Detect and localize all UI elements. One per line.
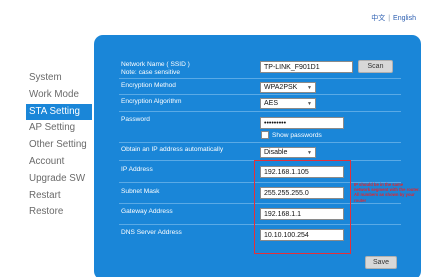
ssid-note: Note: case sensitive: [121, 69, 181, 76]
dns-server-label: DNS Server Address: [121, 229, 182, 236]
scan-button[interactable]: Scan: [358, 60, 393, 73]
sidebar-nav: System Work Mode STA Setting AP Setting …: [26, 70, 92, 221]
sidebar-item-upgrade-sw[interactable]: Upgrade SW: [26, 171, 92, 188]
lang-chinese-link[interactable]: 中文: [371, 15, 385, 22]
show-passwords-label: Show passwords: [272, 132, 322, 139]
language-switcher: 中文 | English: [371, 13, 416, 23]
row-divider: [119, 78, 401, 79]
row-divider: [119, 111, 401, 112]
ip-address-label: IP Address: [121, 166, 153, 173]
sidebar-item-system[interactable]: System: [26, 70, 92, 87]
lang-separator: |: [388, 15, 391, 22]
gateway-label: Gateway Address: [121, 208, 173, 215]
encryption-method-value: WPA2PSK: [264, 84, 298, 91]
show-passwords-checkbox[interactable]: [261, 131, 269, 139]
obtain-ip-select[interactable]: Disable ▼: [260, 147, 316, 158]
chevron-down-icon: ▼: [307, 101, 312, 107]
encryption-algorithm-label: Encryption Algorithm: [121, 98, 182, 105]
sidebar-item-sta-setting[interactable]: STA Setting: [26, 103, 92, 121]
annotation-note: IP should be in the same network segment…: [354, 182, 420, 203]
password-input[interactable]: •••••••••: [260, 117, 344, 129]
sidebar-item-other-setting[interactable]: Other Setting: [26, 137, 92, 154]
settings-page: 中文 | English System Work Mode STA Setting …: [0, 0, 442, 277]
obtain-ip-value: Disable: [264, 149, 288, 156]
ssid-label: Network Name ( SSID ): [121, 61, 190, 68]
ip-fields-highlight-box: [254, 160, 351, 254]
chevron-down-icon: ▼: [307, 150, 312, 156]
lang-english-link[interactable]: English: [393, 15, 416, 22]
encryption-method-select[interactable]: WPA2PSK ▼: [260, 82, 316, 93]
obtain-ip-label: Obtain an IP address automatically: [121, 146, 224, 153]
password-label: Password: [121, 116, 150, 123]
encryption-algorithm-select[interactable]: AES ▼: [260, 98, 316, 109]
row-divider: [119, 142, 401, 143]
sidebar-item-restart[interactable]: Restart: [26, 188, 92, 205]
encryption-algorithm-value: AES: [264, 100, 279, 107]
encryption-method-label: Encryption Method: [121, 82, 176, 89]
sidebar-item-ap-setting[interactable]: AP Setting: [26, 120, 92, 137]
sidebar-item-restore[interactable]: Restore: [26, 204, 92, 221]
sidebar-item-account[interactable]: Account: [26, 154, 92, 171]
save-button[interactable]: Save: [365, 256, 397, 269]
subnet-mask-label: Subnet Mask: [121, 188, 160, 195]
ssid-input[interactable]: TP-LINK_F901D1: [260, 61, 353, 73]
row-divider: [119, 94, 401, 95]
chevron-down-icon: ▼: [307, 85, 312, 91]
sidebar-item-work-mode[interactable]: Work Mode: [26, 87, 92, 104]
